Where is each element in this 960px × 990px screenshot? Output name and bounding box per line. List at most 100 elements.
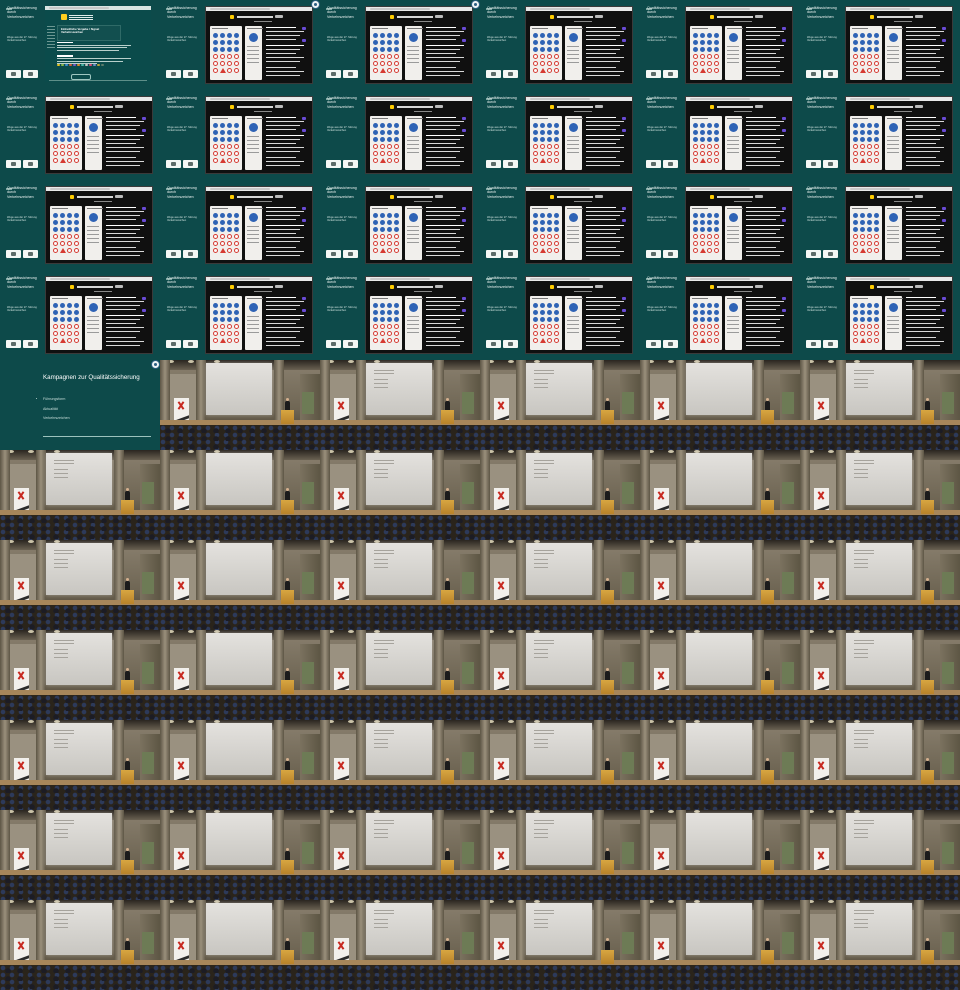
blue-sign-icon[interactable]: [860, 303, 865, 308]
blue-sign-icon[interactable]: [74, 213, 79, 218]
blue-sign-icon[interactable]: [387, 40, 392, 45]
red-sign-icon[interactable]: [714, 144, 719, 149]
red-sign-icon[interactable]: [227, 61, 232, 66]
blue-sign-icon[interactable]: [220, 33, 225, 38]
blue-sign-icon[interactable]: [227, 40, 232, 45]
blue-sign-icon[interactable]: [533, 123, 538, 128]
blue-sign-icon[interactable]: [394, 310, 399, 315]
blue-sign-icon[interactable]: [853, 47, 858, 52]
red-sign-icon[interactable]: [867, 151, 872, 156]
blue-sign-icon[interactable]: [547, 213, 552, 218]
blue-sign-icon[interactable]: [700, 220, 705, 225]
red-sign-icon[interactable]: [213, 61, 218, 66]
red-sign-icon[interactable]: [533, 151, 538, 156]
blue-sign-icon[interactable]: [234, 303, 239, 308]
blue-sign-icon[interactable]: [387, 47, 392, 52]
blue-sign-icon[interactable]: [707, 47, 712, 52]
red-sign-icon[interactable]: [220, 61, 225, 66]
blue-sign-icon[interactable]: [227, 227, 232, 232]
blue-sign-icon[interactable]: [693, 40, 698, 45]
red-sign-icon[interactable]: [60, 331, 65, 336]
red-sign-icon[interactable]: [74, 144, 79, 149]
blue-sign-icon[interactable]: [547, 123, 552, 128]
red-sign-icon[interactable]: [714, 151, 719, 156]
blue-sign-icon[interactable]: [387, 227, 392, 232]
red-sign-icon[interactable]: [693, 338, 698, 343]
blue-sign-icon[interactable]: [714, 213, 719, 218]
red-sign-icon[interactable]: [394, 241, 399, 246]
red-sign-icon[interactable]: [53, 338, 58, 343]
blue-sign-icon[interactable]: [387, 123, 392, 128]
red-sign-icon[interactable]: [394, 68, 399, 73]
blue-sign-icon[interactable]: [540, 123, 545, 128]
blue-sign-icon[interactable]: [394, 137, 399, 142]
blue-sign-icon[interactable]: [234, 123, 239, 128]
red-sign-icon[interactable]: [387, 54, 392, 59]
blue-sign-icon[interactable]: [387, 33, 392, 38]
red-sign-icon[interactable]: [394, 144, 399, 149]
blue-sign-icon[interactable]: [67, 213, 72, 218]
red-sign-icon[interactable]: [547, 68, 552, 73]
blue-sign-icon[interactable]: [700, 137, 705, 142]
blue-sign-icon[interactable]: [74, 227, 79, 232]
blue-sign-icon[interactable]: [380, 130, 385, 135]
red-sign-icon[interactable]: [234, 144, 239, 149]
blue-sign-icon[interactable]: [394, 40, 399, 45]
blue-sign-icon[interactable]: [693, 303, 698, 308]
blue-sign-icon[interactable]: [547, 33, 552, 38]
red-sign-icon[interactable]: [213, 331, 218, 336]
red-sign-icon[interactable]: [533, 331, 538, 336]
blue-sign-icon[interactable]: [853, 227, 858, 232]
red-sign-icon[interactable]: [380, 61, 385, 66]
red-sign-icon[interactable]: [394, 61, 399, 66]
blue-sign-icon[interactable]: [60, 220, 65, 225]
red-sign-icon[interactable]: [394, 151, 399, 156]
warning-sign-icon[interactable]: [60, 158, 66, 163]
blue-sign-icon[interactable]: [540, 303, 545, 308]
blue-sign-icon[interactable]: [533, 220, 538, 225]
blue-sign-icon[interactable]: [380, 137, 385, 142]
red-sign-icon[interactable]: [213, 151, 218, 156]
red-sign-icon[interactable]: [874, 248, 879, 253]
red-sign-icon[interactable]: [53, 241, 58, 246]
blue-sign-icon[interactable]: [533, 137, 538, 142]
blue-sign-icon[interactable]: [867, 303, 872, 308]
blue-sign-icon[interactable]: [547, 40, 552, 45]
blue-sign-icon[interactable]: [700, 317, 705, 322]
red-sign-icon[interactable]: [853, 324, 858, 329]
warning-sign-icon[interactable]: [700, 338, 706, 343]
red-sign-icon[interactable]: [554, 248, 559, 253]
blue-sign-icon[interactable]: [867, 33, 872, 38]
red-sign-icon[interactable]: [860, 241, 865, 246]
blue-sign-icon[interactable]: [867, 227, 872, 232]
red-sign-icon[interactable]: [380, 151, 385, 156]
red-sign-icon[interactable]: [860, 54, 865, 59]
red-sign-icon[interactable]: [874, 68, 879, 73]
blue-sign-icon[interactable]: [547, 137, 552, 142]
red-sign-icon[interactable]: [700, 54, 705, 59]
red-sign-icon[interactable]: [234, 151, 239, 156]
blue-sign-icon[interactable]: [74, 317, 79, 322]
blue-sign-icon[interactable]: [533, 40, 538, 45]
blue-sign-icon[interactable]: [554, 123, 559, 128]
red-sign-icon[interactable]: [74, 331, 79, 336]
warning-sign-icon[interactable]: [220, 68, 226, 73]
red-sign-icon[interactable]: [53, 248, 58, 253]
warning-sign-icon[interactable]: [700, 248, 706, 253]
blue-sign-icon[interactable]: [700, 227, 705, 232]
red-sign-icon[interactable]: [74, 158, 79, 163]
blue-sign-icon[interactable]: [714, 137, 719, 142]
blue-sign-icon[interactable]: [380, 220, 385, 225]
blue-sign-icon[interactable]: [547, 220, 552, 225]
warning-sign-icon[interactable]: [700, 158, 706, 163]
blue-sign-icon[interactable]: [860, 213, 865, 218]
blue-sign-icon[interactable]: [220, 227, 225, 232]
blue-sign-icon[interactable]: [220, 213, 225, 218]
blue-sign-icon[interactable]: [373, 137, 378, 142]
blue-sign-icon[interactable]: [554, 47, 559, 52]
red-sign-icon[interactable]: [533, 68, 538, 73]
warning-sign-icon[interactable]: [860, 158, 866, 163]
blue-sign-icon[interactable]: [220, 220, 225, 225]
warning-sign-icon[interactable]: [540, 158, 546, 163]
blue-sign-icon[interactable]: [67, 137, 72, 142]
